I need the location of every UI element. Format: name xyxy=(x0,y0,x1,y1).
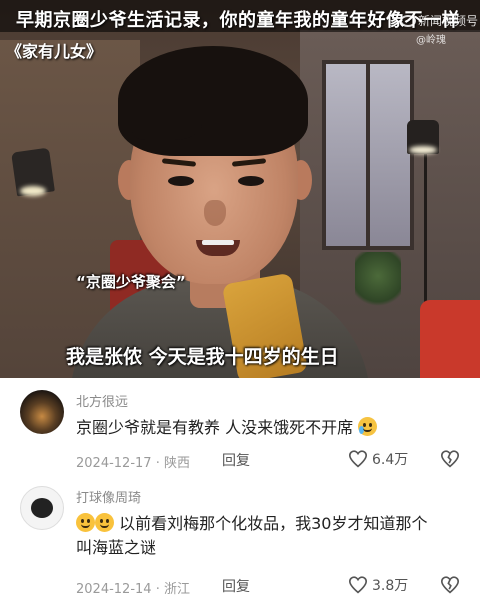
smile-emoji-icon xyxy=(76,513,95,532)
lamp-glow xyxy=(409,146,437,154)
dislike-heart-icon[interactable] xyxy=(440,576,460,594)
subtitle-main: 我是张侬 今天是我十四岁的生日 xyxy=(66,346,339,368)
video-frame[interactable]: 早期京圈少爷生活记录，你的童年我的童年好像不一样 新闻视频号 @岭瑰 《家有儿女… xyxy=(0,0,480,378)
separator-dot: · xyxy=(155,582,160,597)
comment-date: 2024-12-17 xyxy=(76,456,152,471)
video-title: 早期京圈少爷生活记录，你的童年我的童年好像不一样 xyxy=(16,10,460,31)
watermark-label: 新闻视频号 xyxy=(418,14,479,28)
dislike-heart-icon[interactable] xyxy=(440,450,460,468)
subtitle-caption: “京圈少爷聚会” xyxy=(76,273,186,291)
comment-meta: 2024-12-14 · 浙江 xyxy=(76,578,190,597)
like-button[interactable]: 6.4万 xyxy=(348,449,408,469)
like-button[interactable]: 3.8万 xyxy=(348,575,408,595)
comment-text: 京圈少爷就是有教养 人没来饿死不开席 xyxy=(76,416,456,440)
eye xyxy=(168,176,194,186)
avatar[interactable] xyxy=(20,390,64,434)
eye xyxy=(238,176,264,186)
weibo-logo-icon xyxy=(400,14,416,27)
nose xyxy=(204,200,226,226)
comment-text-body: 京圈少爷就是有教养 人没来饿死不开席 xyxy=(76,418,354,437)
separator-dot: · xyxy=(155,456,160,471)
meme-face-icon xyxy=(31,498,53,518)
heart-icon xyxy=(348,576,368,594)
background-window xyxy=(322,60,414,250)
avatar[interactable] xyxy=(20,486,64,530)
comment-text: 以前看刘梅那个化妆品，我30岁才知道那个叫海蓝之谜 xyxy=(76,512,436,560)
comment-text-body: 以前看刘梅那个化妆品，我30岁才知道那个叫海蓝之谜 xyxy=(76,514,428,557)
teeth xyxy=(202,240,234,245)
comment-meta: 2024-12-17 · 陕西 xyxy=(76,452,190,471)
comment-date: 2024-12-14 xyxy=(76,582,152,597)
comment-username[interactable]: 打球像周琦 xyxy=(76,487,141,506)
heart-icon xyxy=(348,450,368,468)
smile-emoji-icon xyxy=(95,513,114,532)
like-count: 6.4万 xyxy=(372,452,409,468)
lamp-glow xyxy=(20,186,46,196)
red-sofa xyxy=(420,300,480,378)
boy-hair xyxy=(132,100,202,140)
reply-button[interactable]: 回复 xyxy=(222,450,250,470)
comment-location: 陕西 xyxy=(163,456,190,471)
crying-laughing-emoji-icon xyxy=(358,417,378,436)
background-plant xyxy=(355,252,401,312)
watermark: 新闻视频号 xyxy=(400,12,478,29)
like-count: 3.8万 xyxy=(372,578,409,594)
comment-location: 浙江 xyxy=(163,582,190,597)
comment-username[interactable]: 北方很远 xyxy=(76,391,128,410)
show-title: 《家有儿女》 xyxy=(6,42,103,61)
reply-button[interactable]: 回复 xyxy=(222,576,250,596)
watermark-handle: @岭瑰 xyxy=(416,35,446,46)
comment-list: 北方很远 京圈少爷就是有教养 人没来饿死不开席 2024-12-17 · 陕西 … xyxy=(0,378,480,603)
